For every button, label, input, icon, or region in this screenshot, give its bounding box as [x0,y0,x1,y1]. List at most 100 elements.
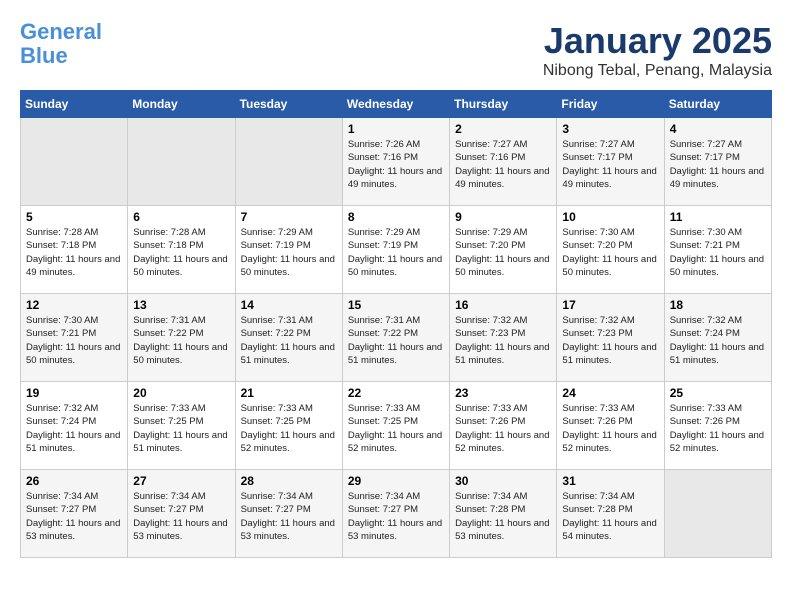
day-details: Sunrise: 7:30 AMSunset: 7:21 PMDaylight:… [670,226,766,279]
calendar-cell: 9Sunrise: 7:29 AMSunset: 7:20 PMDaylight… [450,206,557,294]
calendar-cell: 21Sunrise: 7:33 AMSunset: 7:25 PMDayligh… [235,382,342,470]
calendar-cell: 27Sunrise: 7:34 AMSunset: 7:27 PMDayligh… [128,470,235,558]
column-header-tuesday: Tuesday [235,91,342,118]
calendar-week-row: 12 Sunrise: 7:30 AMSunset: 7:21 PMDayligh… [21,294,772,382]
calendar-cell: 25 Sunrise: 7:33 AMSunset: 7:26 PMDayligh… [664,382,771,470]
title-block: January 2025 Nibong Tebal, Penang, Malay… [543,20,772,80]
day-details: Sunrise: 7:34 AMSunset: 7:28 PMDaylight:… [562,490,658,543]
day-details: Sunrise: 7:32 AMSunset: 7:23 PMDaylight:… [562,314,658,367]
day-number: 23 [455,386,551,400]
calendar-cell: 11Sunrise: 7:30 AMSunset: 7:21 PMDayligh… [664,206,771,294]
day-details: Sunrise: 7:33 AMSunset: 7:26 PMDaylight:… [670,402,766,455]
calendar-cell: 14 Sunrise: 7:31 AMSunset: 7:22 PMDayligh… [235,294,342,382]
day-details: Sunrise: 7:33 AMSunset: 7:25 PMDaylight:… [241,402,337,455]
day-number: 19 [26,386,122,400]
calendar-cell: 5Sunrise: 7:28 AMSunset: 7:18 PMDaylight… [21,206,128,294]
column-header-thursday: Thursday [450,91,557,118]
day-details: Sunrise: 7:34 AMSunset: 7:27 PMDaylight:… [133,490,229,543]
calendar-cell: 4 Sunrise: 7:27 AMSunset: 7:17 PMDaylight… [664,118,771,206]
day-number: 25 [670,386,766,400]
calendar-cell: 15 Sunrise: 7:31 AMSunset: 7:22 PMDayligh… [342,294,449,382]
calendar-cell: 20Sunrise: 7:33 AMSunset: 7:25 PMDayligh… [128,382,235,470]
calendar-week-row: 1 Sunrise: 7:26 AMSunset: 7:16 PMDaylight… [21,118,772,206]
calendar-cell: 16Sunrise: 7:32 AMSunset: 7:23 PMDayligh… [450,294,557,382]
day-number: 28 [241,474,337,488]
day-details: Sunrise: 7:33 AMSunset: 7:26 PMDaylight:… [455,402,551,455]
day-details: Sunrise: 7:31 AMSunset: 7:22 PMDaylight:… [133,314,229,367]
calendar-cell: 7 Sunrise: 7:29 AMSunset: 7:19 PMDaylight… [235,206,342,294]
day-details: Sunrise: 7:28 AMSunset: 7:18 PMDaylight:… [133,226,229,279]
day-details: Sunrise: 7:29 AMSunset: 7:19 PMDaylight:… [348,226,444,279]
calendar-cell [128,118,235,206]
day-details: Sunrise: 7:29 AMSunset: 7:20 PMDaylight:… [455,226,551,279]
day-number: 13 [133,298,229,312]
day-number: 2 [455,122,551,136]
day-number: 3 [562,122,658,136]
calendar-cell: 1 Sunrise: 7:26 AMSunset: 7:16 PMDaylight… [342,118,449,206]
day-number: 17 [562,298,658,312]
day-details: Sunrise: 7:34 AMSunset: 7:27 PMDaylight:… [241,490,337,543]
day-number: 16 [455,298,551,312]
day-number: 29 [348,474,444,488]
calendar-cell: 23 Sunrise: 7:33 AMSunset: 7:26 PMDayligh… [450,382,557,470]
day-number: 18 [670,298,766,312]
logo-text: General Blue [20,20,102,68]
calendar-week-row: 19 Sunrise: 7:32 AMSunset: 7:24 PMDayligh… [21,382,772,470]
day-number: 30 [455,474,551,488]
column-header-sunday: Sunday [21,91,128,118]
day-details: Sunrise: 7:27 AMSunset: 7:17 PMDaylight:… [562,138,658,191]
day-number: 12 [26,298,122,312]
day-number: 26 [26,474,122,488]
day-details: Sunrise: 7:33 AMSunset: 7:25 PMDaylight:… [348,402,444,455]
day-details: Sunrise: 7:34 AMSunset: 7:27 PMDaylight:… [26,490,122,543]
logo-general: General [20,19,102,44]
day-details: Sunrise: 7:27 AMSunset: 7:17 PMDaylight:… [670,138,766,191]
day-details: Sunrise: 7:29 AMSunset: 7:19 PMDaylight:… [241,226,337,279]
day-details: Sunrise: 7:30 AMSunset: 7:20 PMDaylight:… [562,226,658,279]
day-details: Sunrise: 7:34 AMSunset: 7:27 PMDaylight:… [348,490,444,543]
day-details: Sunrise: 7:34 AMSunset: 7:28 PMDaylight:… [455,490,551,543]
day-number: 31 [562,474,658,488]
calendar-cell: 8 Sunrise: 7:29 AMSunset: 7:19 PMDaylight… [342,206,449,294]
day-number: 6 [133,210,229,224]
calendar-cell: 12 Sunrise: 7:30 AMSunset: 7:21 PMDayligh… [21,294,128,382]
day-details: Sunrise: 7:32 AMSunset: 7:24 PMDaylight:… [26,402,122,455]
logo: General Blue [20,20,102,68]
day-number: 22 [348,386,444,400]
calendar-header-row: SundayMondayTuesdayWednesdayThursdayFrid… [21,91,772,118]
day-details: Sunrise: 7:26 AMSunset: 7:16 PMDaylight:… [348,138,444,191]
column-header-wednesday: Wednesday [342,91,449,118]
calendar-cell: 17 Sunrise: 7:32 AMSunset: 7:23 PMDayligh… [557,294,664,382]
column-header-saturday: Saturday [664,91,771,118]
calendar-cell [235,118,342,206]
calendar-cell: 2 Sunrise: 7:27 AMSunset: 7:16 PMDaylight… [450,118,557,206]
calendar-cell: 19 Sunrise: 7:32 AMSunset: 7:24 PMDayligh… [21,382,128,470]
day-details: Sunrise: 7:27 AMSunset: 7:16 PMDaylight:… [455,138,551,191]
calendar-cell: 6 Sunrise: 7:28 AMSunset: 7:18 PMDaylight… [128,206,235,294]
day-number: 8 [348,210,444,224]
calendar-location: Nibong Tebal, Penang, Malaysia [543,62,772,80]
day-number: 15 [348,298,444,312]
calendar-cell: 24 Sunrise: 7:33 AMSunset: 7:26 PMDayligh… [557,382,664,470]
day-number: 24 [562,386,658,400]
day-number: 4 [670,122,766,136]
day-number: 14 [241,298,337,312]
calendar-cell: 28 Sunrise: 7:34 AMSunset: 7:27 PMDayligh… [235,470,342,558]
day-details: Sunrise: 7:33 AMSunset: 7:26 PMDaylight:… [562,402,658,455]
calendar-cell: 29 Sunrise: 7:34 AMSunset: 7:27 PMDayligh… [342,470,449,558]
calendar-week-row: 5 Sunrise: 7:28 AMSunset: 7:18 PMDaylight… [21,206,772,294]
calendar-cell: 10Sunrise: 7:30 AMSunset: 7:20 PMDayligh… [557,206,664,294]
day-number: 5 [26,210,122,224]
day-details: Sunrise: 7:31 AMSunset: 7:22 PMDaylight:… [348,314,444,367]
calendar-body: 1 Sunrise: 7:26 AMSunset: 7:16 PMDaylight… [21,118,772,558]
day-details: Sunrise: 7:31 AMSunset: 7:22 PMDaylight:… [241,314,337,367]
day-number: 1 [348,122,444,136]
day-details: Sunrise: 7:33 AMSunset: 7:25 PMDaylight:… [133,402,229,455]
calendar-cell [21,118,128,206]
day-details: Sunrise: 7:32 AMSunset: 7:24 PMDaylight:… [670,314,766,367]
day-number: 7 [241,210,337,224]
calendar-cell: 22 Sunrise: 7:33 AMSunset: 7:25 PMDayligh… [342,382,449,470]
calendar-cell: 26 Sunrise: 7:34 AMSunset: 7:27 PMDayligh… [21,470,128,558]
day-details: Sunrise: 7:30 AMSunset: 7:21 PMDaylight:… [26,314,122,367]
calendar-cell: 13 Sunrise: 7:31 AMSunset: 7:22 PMDayligh… [128,294,235,382]
